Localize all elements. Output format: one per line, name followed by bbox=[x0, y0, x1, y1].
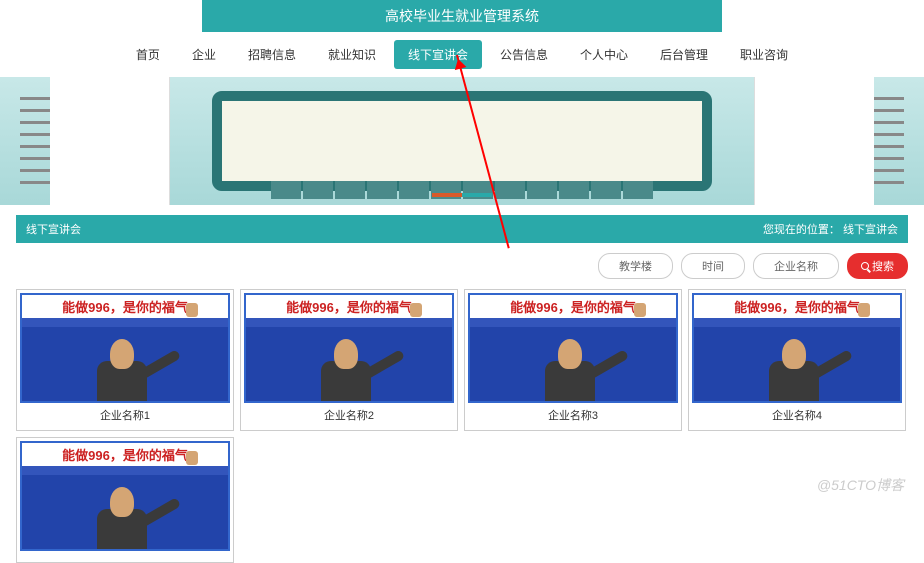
decor-monitor bbox=[212, 91, 712, 191]
card-grid: 能做996，是你的福气 企业名称1 能做996，是你的福气 企业名称2 能做99… bbox=[0, 289, 924, 563]
list-item[interactable]: 能做996，是你的福气 企业名称1 bbox=[16, 289, 234, 431]
card-title: 企业名称2 bbox=[244, 403, 454, 427]
filter-bar: 教学楼 时间 企业名称 搜索 bbox=[0, 243, 924, 289]
search-icon bbox=[861, 262, 869, 270]
banner-carousel[interactable] bbox=[0, 77, 924, 205]
list-item[interactable]: 能做996，是你的福气 企业名称3 bbox=[464, 289, 682, 431]
card-title bbox=[20, 551, 230, 559]
list-item[interactable]: 能做996，是你的福气 企业名称4 bbox=[688, 289, 906, 431]
nav-notice[interactable]: 公告信息 bbox=[486, 40, 562, 69]
card-image: 能做996，是你的福气 bbox=[692, 293, 902, 403]
nav-knowledge[interactable]: 就业知识 bbox=[314, 40, 390, 69]
decor-spiral-right bbox=[874, 97, 904, 185]
nav-consult[interactable]: 职业咨询 bbox=[726, 40, 802, 69]
main-nav: 首页 企业 招聘信息 就业知识 线下宣讲会 公告信息 个人中心 后台管理 职业咨… bbox=[0, 32, 924, 77]
nav-profile[interactable]: 个人中心 bbox=[566, 40, 642, 69]
card-image: 能做996，是你的福气 bbox=[244, 293, 454, 403]
card-title: 企业名称4 bbox=[692, 403, 902, 427]
section-header: 线下宣讲会 您现在的位置： 线下宣讲会 bbox=[16, 215, 908, 243]
filter-company[interactable]: 企业名称 bbox=[753, 253, 839, 279]
search-button[interactable]: 搜索 bbox=[847, 253, 908, 279]
nav-enterprise[interactable]: 企业 bbox=[178, 40, 230, 69]
filter-time[interactable]: 时间 bbox=[681, 253, 745, 279]
section-title: 线下宣讲会 bbox=[26, 221, 81, 237]
list-item[interactable]: 能做996，是你的福气 bbox=[16, 437, 234, 563]
search-label: 搜索 bbox=[872, 258, 894, 274]
carousel-dots[interactable] bbox=[432, 193, 492, 197]
filter-building[interactable]: 教学楼 bbox=[598, 253, 673, 279]
breadcrumb-label: 您现在的位置： bbox=[763, 224, 840, 236]
card-image: 能做996，是你的福气 bbox=[20, 441, 230, 551]
watermark: @51CTO博客 bbox=[817, 475, 904, 495]
card-title: 企业名称3 bbox=[468, 403, 678, 427]
nav-admin[interactable]: 后台管理 bbox=[646, 40, 722, 69]
nav-lecture[interactable]: 线下宣讲会 bbox=[394, 40, 482, 69]
nav-home[interactable]: 首页 bbox=[122, 40, 174, 69]
card-image: 能做996，是你的福气 bbox=[468, 293, 678, 403]
breadcrumb-current[interactable]: 线下宣讲会 bbox=[843, 224, 898, 236]
card-title: 企业名称1 bbox=[20, 403, 230, 427]
nav-recruit[interactable]: 招聘信息 bbox=[234, 40, 310, 69]
list-item[interactable]: 能做996，是你的福气 企业名称2 bbox=[240, 289, 458, 431]
page-title: 高校毕业生就业管理系统 bbox=[202, 0, 722, 32]
decor-page-right bbox=[754, 77, 874, 205]
breadcrumb: 您现在的位置： 线下宣讲会 bbox=[763, 221, 898, 237]
card-image: 能做996，是你的福气 bbox=[20, 293, 230, 403]
